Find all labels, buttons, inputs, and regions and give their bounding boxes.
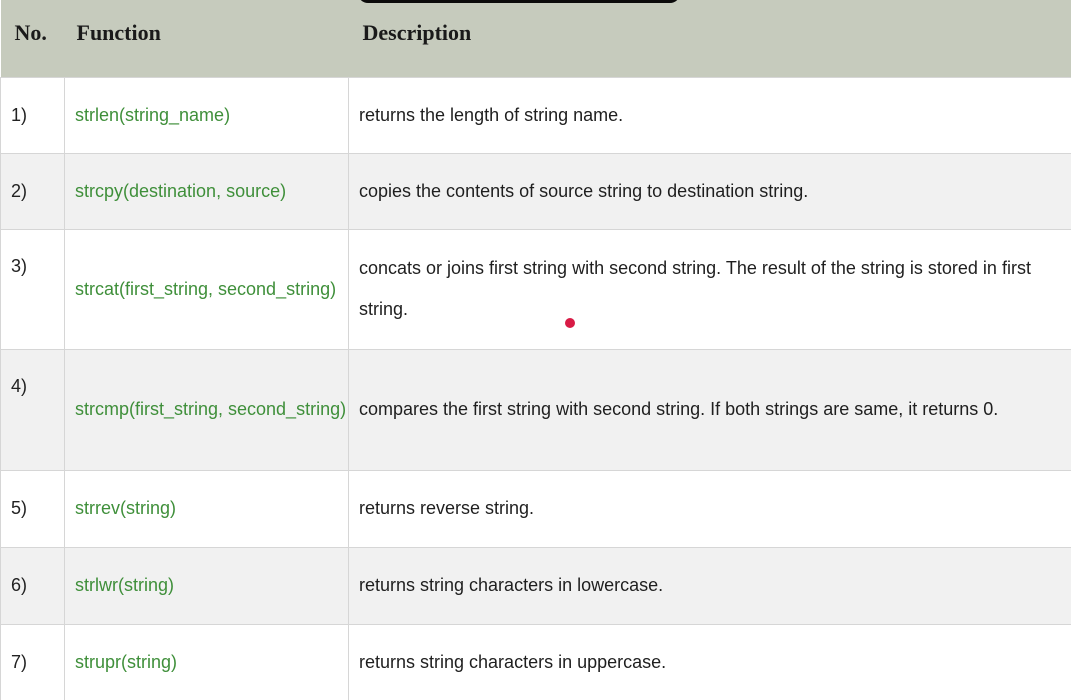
table-row: 1) strlen(string_name) returns the lengt… [0, 76, 1071, 154]
row-number: 4) [0, 348, 65, 471]
page: No. Function Description 1) strlen(strin… [0, 0, 1071, 700]
function-name: strcat(first_string, second_string) [64, 228, 349, 350]
string-functions-table: No. Function Description 1) strlen(strin… [0, 0, 1071, 700]
table-row: 6) strlwr(string) returns string charact… [0, 546, 1071, 625]
column-header-function: Function [76, 20, 161, 45]
table-row: 5) strrev(string) returns reverse string… [0, 469, 1071, 548]
column-header-no: No. [14, 20, 47, 45]
row-number: 5) [0, 469, 65, 548]
table-row: 7) strupr(string) returns string charact… [0, 623, 1071, 700]
function-description: returns string characters in uppercase. [348, 623, 1071, 700]
function-description: returns reverse string. [348, 469, 1071, 548]
function-name: strupr(string) [64, 623, 349, 700]
row-number: 7) [0, 623, 65, 700]
table-row: 4) strcmp(first_string, second_string) c… [0, 348, 1071, 471]
function-name: strrev(string) [64, 469, 349, 548]
row-number: 1) [0, 76, 65, 154]
function-description: compares the first string with second st… [348, 348, 1071, 471]
row-number: 3) [0, 228, 65, 350]
function-name: strlwr(string) [64, 546, 349, 625]
function-name: strlen(string_name) [64, 76, 349, 154]
table-row: 3) strcat(first_string, second_string) c… [0, 228, 1071, 350]
function-description: concats or joins first string with secon… [348, 228, 1071, 350]
column-header-description: Description [362, 20, 472, 45]
row-number: 6) [0, 546, 65, 625]
table-header-row: No. Function Description [0, 0, 1071, 77]
screen-overlay-bar [358, 0, 680, 3]
table-row: 2) strcpy(destination, source) copies th… [0, 152, 1071, 230]
function-name: strcpy(destination, source) [64, 152, 349, 230]
function-description: copies the contents of source string to … [348, 152, 1071, 230]
pointer-dot-icon [565, 318, 575, 328]
function-description: returns string characters in lowercase. [348, 546, 1071, 625]
row-number: 2) [0, 152, 65, 230]
function-name: strcmp(first_string, second_string) [64, 348, 349, 471]
function-description: returns the length of string name. [348, 76, 1071, 154]
